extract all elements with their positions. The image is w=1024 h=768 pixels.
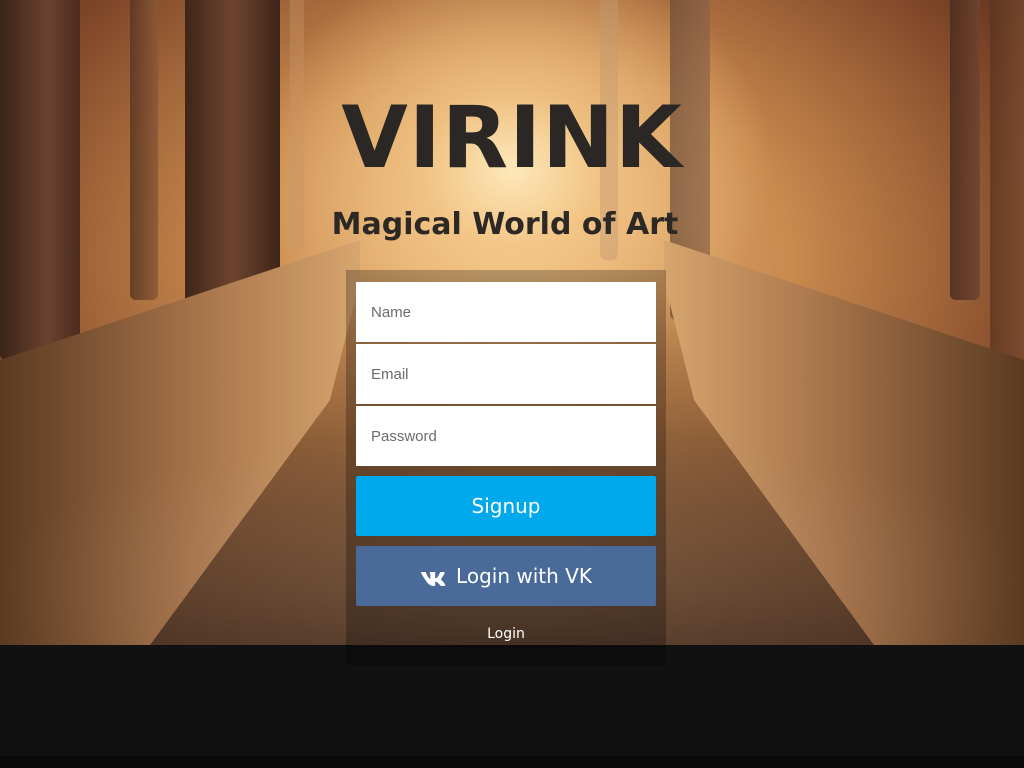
vk-logo-icon (420, 568, 446, 586)
email-input[interactable] (356, 344, 656, 404)
vk-button-label: Login with VK (456, 564, 592, 588)
login-link[interactable]: Login (356, 626, 656, 642)
signup-form: Signup Login with VK Login (346, 270, 666, 665)
footer-edge (0, 756, 1024, 768)
name-input[interactable] (356, 282, 656, 342)
password-input[interactable] (356, 406, 656, 466)
brand-logo-title: VIRINK (341, 88, 683, 188)
brand-tagline: Magical World of Art (331, 207, 679, 242)
login-with-vk-button[interactable]: Login with VK (356, 546, 656, 606)
signup-button[interactable]: Signup (356, 476, 656, 536)
signup-button-label: Signup (471, 494, 541, 518)
